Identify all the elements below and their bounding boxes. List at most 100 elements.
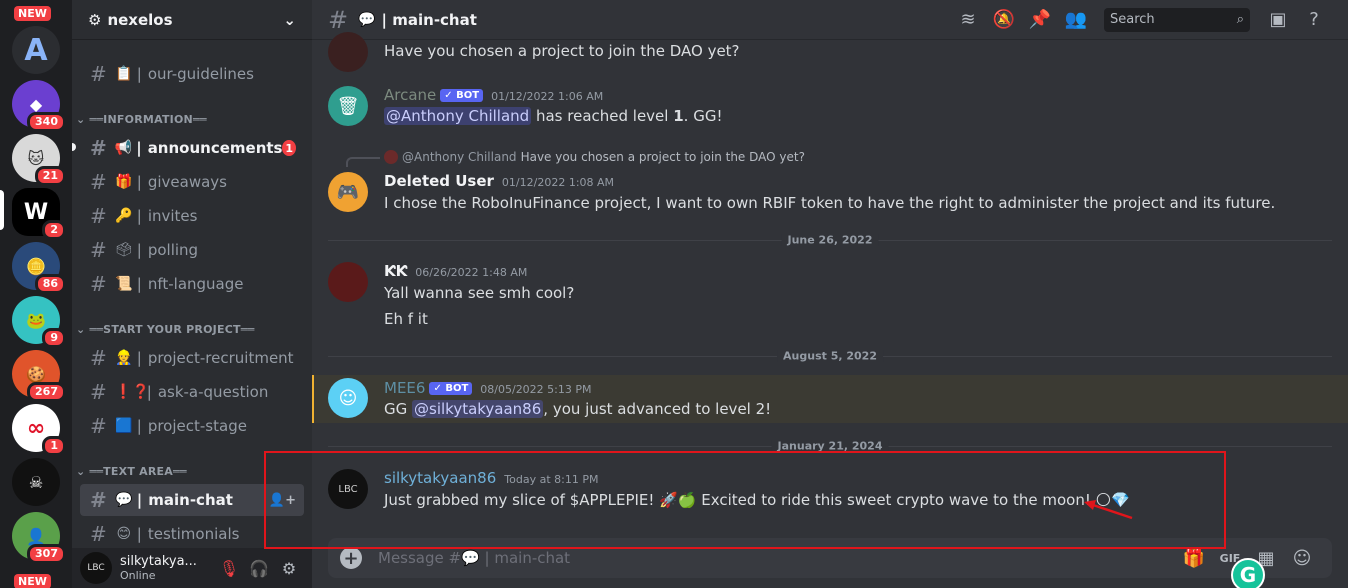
guild-header[interactable]: ⚙ nexelos ⌄ bbox=[72, 0, 312, 40]
server-portrait-icon[interactable]: 👤 307 bbox=[12, 512, 66, 564]
user-mention[interactable]: @silkytakyaan86 bbox=[412, 400, 544, 418]
channel-title: | main-chat bbox=[381, 10, 477, 29]
guild-name: nexelos bbox=[107, 10, 173, 29]
selected-server-pill bbox=[0, 190, 4, 230]
channel-testimonials[interactable]: # 😊 | testimonials bbox=[80, 518, 304, 550]
message-text: Have you chosen a project to join the DA… bbox=[384, 42, 740, 60]
chevron-down-icon: ⌄ bbox=[283, 10, 296, 29]
create-invite-icon[interactable]: 👤+ bbox=[269, 493, 296, 508]
annotation-arrow-icon bbox=[1084, 500, 1133, 520]
hash-icon: # bbox=[90, 488, 107, 512]
mention-badge: 1 bbox=[282, 140, 296, 156]
message-timestamp: 06/26/2022 1:48 AM bbox=[415, 266, 528, 279]
message-author[interactable]: ƘƘ bbox=[384, 262, 407, 280]
chat-main: # 💬 | main-chat ≋ 🔕 📌 👥 Search ⌕ ▣ ? Hav… bbox=[312, 0, 1348, 588]
grammarly-icon[interactable]: G bbox=[1231, 558, 1265, 588]
headphones-icon[interactable]: 🎧 bbox=[244, 559, 274, 578]
message-timestamp: 08/05/2022 5:13 PM bbox=[480, 383, 592, 396]
server-frog-icon[interactable]: 🐸 9 bbox=[12, 296, 66, 348]
hash-icon: # bbox=[90, 204, 107, 228]
add-attachment-icon[interactable]: + bbox=[340, 547, 362, 569]
message-author[interactable]: silkytakyaan86 bbox=[384, 469, 496, 487]
help-icon[interactable]: ? bbox=[1296, 9, 1332, 30]
hash-icon: # bbox=[90, 414, 107, 438]
server-a-icon[interactable]: A bbox=[12, 26, 60, 74]
notifications-muted-icon[interactable]: 🔕 bbox=[986, 9, 1022, 30]
channel-topbar: # 💬 | main-chat ≋ 🔕 📌 👥 Search ⌕ ▣ ? bbox=[312, 0, 1348, 40]
message-text: GG @silkytakyaan86, you just advanced to… bbox=[384, 400, 772, 418]
avatar[interactable]: 🗑 bbox=[328, 86, 368, 126]
message-timestamp: Today at 8:11 PM bbox=[504, 473, 599, 486]
server-coin-icon[interactable]: 🪙 86 bbox=[12, 242, 66, 294]
emoji-icon[interactable]: ☺ bbox=[1284, 548, 1320, 569]
server-purple-icon[interactable]: ◆ 340 bbox=[12, 80, 66, 132]
channel-project-recruitment[interactable]: # 👷 | project-recruitment bbox=[80, 342, 304, 374]
new-badge-bottom: NEW bbox=[14, 574, 51, 588]
category-start-your-project[interactable]: ⌄ ══ START YOUR PROJECT ══ bbox=[76, 323, 254, 336]
channel-invites[interactable]: # 🔑 | invites bbox=[80, 200, 304, 232]
hash-icon: # bbox=[90, 238, 107, 262]
message-text: Yall wanna see smh cool? bbox=[384, 284, 575, 302]
hash-icon: # bbox=[90, 272, 107, 296]
channel-giveaways[interactable]: # 🎁 | giveaways bbox=[80, 166, 304, 198]
message-text: I chose the RoboInuFinance project, I wa… bbox=[384, 194, 1276, 212]
avatar[interactable]: LBC bbox=[80, 552, 112, 584]
category-text-area[interactable]: ⌄ ══ TEXT AREA ══ bbox=[76, 465, 187, 478]
hash-icon: # bbox=[90, 522, 107, 546]
channel-main-chat[interactable]: # 💬 | main-chat 👤+ bbox=[80, 484, 304, 516]
hash-icon: # bbox=[90, 62, 107, 86]
search-icon: ⌕ bbox=[1236, 12, 1244, 27]
channel-nft-language[interactable]: # 📜 | nft-language bbox=[80, 268, 304, 300]
avatar[interactable]: ☺ bbox=[328, 378, 368, 418]
channel-project-stage[interactable]: # 🟦 | project-stage bbox=[80, 410, 304, 442]
reply-connector bbox=[346, 157, 380, 167]
message-author[interactable]: MEE6 bbox=[384, 379, 425, 397]
message-input[interactable] bbox=[378, 549, 1176, 567]
hash-icon: # bbox=[90, 170, 107, 194]
server-infinity-icon[interactable]: ∞ 1 bbox=[12, 404, 66, 456]
channel-our-guidelines[interactable]: # 📋 | our-guidelines bbox=[80, 58, 304, 90]
server-rail: NEW A ◆ 340 🐱 21 W2 🪙 86 🐸 9 🍪 267 ∞ 1 ☠ 👤 307 … bbox=[0, 0, 72, 588]
mute-mic-icon[interactable]: 🎙 bbox=[214, 559, 244, 578]
hash-icon: # bbox=[90, 136, 107, 160]
bot-badge: ✓ BOT bbox=[429, 381, 473, 395]
server-cookie-icon[interactable]: 🍪 267 bbox=[12, 350, 66, 402]
avatar[interactable]: LBC bbox=[328, 469, 368, 509]
message-author[interactable]: Deleted User bbox=[384, 172, 494, 190]
hash-icon: # bbox=[328, 5, 349, 34]
hash-icon: # bbox=[90, 346, 107, 370]
search-input[interactable]: Search ⌕ bbox=[1104, 7, 1250, 32]
bot-badge: ✓ BOT bbox=[440, 88, 484, 102]
inbox-icon[interactable]: ▣ bbox=[1260, 9, 1296, 30]
avatar bbox=[384, 150, 398, 164]
server-w-icon[interactable]: W2 bbox=[12, 188, 66, 240]
reply-preview[interactable]: @Anthony Chilland Have you chosen a proje… bbox=[384, 150, 805, 164]
channel-sidebar: ⚙ nexelos ⌄ # 📋 | our-guidelines ⌄ ══ INFOR… bbox=[72, 0, 312, 588]
message-timestamp: 01/12/2022 1:06 AM bbox=[491, 90, 604, 103]
avatar[interactable] bbox=[328, 262, 368, 302]
date-divider: January 21, 2024 bbox=[328, 439, 1332, 453]
user-status: Online bbox=[120, 569, 156, 582]
message-composer: + 🎁 GIF ▦ ☺ bbox=[328, 538, 1332, 578]
server-skull-icon[interactable]: ☠ bbox=[12, 458, 60, 506]
guild-icon: ⚙ bbox=[88, 10, 102, 29]
message-author[interactable]: Arcane bbox=[384, 86, 436, 104]
channel-polling[interactable]: # 🗳 | polling bbox=[80, 234, 304, 266]
members-icon[interactable]: 👥 bbox=[1058, 9, 1094, 30]
avatar[interactable]: 🎮 bbox=[328, 172, 368, 212]
server-cat-icon[interactable]: 🐱 21 bbox=[12, 134, 66, 186]
gift-icon[interactable]: 🎁 bbox=[1176, 548, 1212, 569]
avatar[interactable] bbox=[328, 32, 368, 72]
date-divider: August 5, 2022 bbox=[328, 349, 1332, 363]
channel-announcements[interactable]: # 📢 | announcements 1 bbox=[80, 132, 304, 164]
threads-icon[interactable]: ≋ bbox=[950, 9, 986, 30]
date-divider: June 26, 2022 bbox=[328, 233, 1332, 247]
channel-ask-a-question[interactable]: # ❗❓ | ask-a-question bbox=[80, 376, 304, 408]
gear-icon[interactable]: ⚙ bbox=[274, 559, 304, 578]
message-text: Just grabbed my slice of $APPLEPIE! 🚀🍏 E… bbox=[384, 491, 1130, 509]
category-information[interactable]: ⌄ ══ INFORMATION ══ bbox=[76, 113, 207, 126]
pin-icon[interactable]: 📌 bbox=[1022, 9, 1058, 30]
message-timestamp: 01/12/2022 1:08 AM bbox=[501, 176, 615, 189]
user-mention[interactable]: @Anthony Chilland bbox=[384, 107, 532, 125]
channel-emoji: 💬 bbox=[358, 11, 376, 28]
